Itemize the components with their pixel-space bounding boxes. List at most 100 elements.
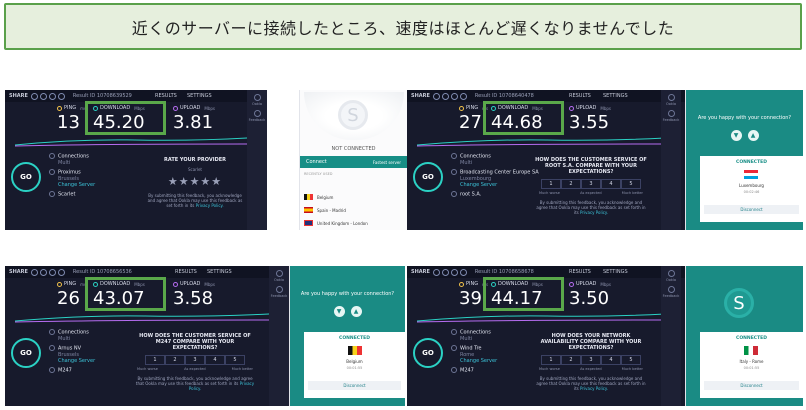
location-item[interactable]: Spain - Madrid [304, 207, 346, 213]
twitter-icon[interactable] [432, 268, 440, 276]
rating-option[interactable]: 4 [601, 179, 621, 189]
mail-icon[interactable] [450, 268, 458, 276]
privacy-link[interactable]: Privacy Policy. [580, 386, 608, 391]
disconnect-button[interactable]: Disconnect [308, 381, 401, 390]
link-icon[interactable] [459, 92, 467, 100]
gear-icon[interactable] [253, 94, 261, 101]
settings-link[interactable]: SETTINGS [603, 269, 628, 275]
belgium-flag-icon [304, 194, 313, 200]
change-server-link[interactable]: Change Server [58, 182, 95, 188]
vpn-status: CONNECTED [736, 160, 767, 165]
go-button[interactable]: GO [413, 162, 443, 192]
results-link[interactable]: RESULTS [155, 93, 177, 99]
link-icon[interactable] [57, 92, 65, 100]
vpn-status: CONNECTED [736, 336, 767, 341]
rating-option[interactable]: 2 [165, 355, 185, 365]
feedback-icon[interactable] [275, 286, 283, 293]
rating-option[interactable]: 1 [541, 179, 561, 189]
ping-icon [57, 281, 62, 287]
facebook-icon[interactable] [441, 268, 449, 276]
upload-value: 3.58 [173, 288, 214, 309]
rating-option[interactable]: 5 [621, 355, 641, 365]
rating-option[interactable]: 2 [561, 179, 581, 189]
results-link[interactable]: RESULTS [569, 93, 591, 99]
gear-icon[interactable] [667, 270, 675, 277]
twitter-icon[interactable] [30, 268, 38, 276]
rating-option[interactable]: 3 [581, 179, 601, 189]
location-item[interactable]: United Kingdom - London [304, 220, 368, 226]
settings-link[interactable]: SETTINGS [187, 93, 212, 99]
settings-link[interactable]: SETTINGS [207, 269, 232, 275]
mail-icon[interactable] [450, 92, 458, 100]
share-label[interactable]: SHARE [9, 269, 28, 275]
connection-info: Connections Multi Wind Tre Rome Change Serv… [451, 329, 497, 377]
results-link[interactable]: RESULTS [569, 269, 591, 275]
connection-time: 00:01:55 [346, 366, 363, 370]
connection-info: Connections Multi Proximus Brussels Change … [49, 153, 95, 201]
facebook-icon[interactable] [39, 268, 47, 276]
privacy-link[interactable]: Privacy Policy. [580, 210, 608, 215]
change-server-link[interactable]: Change Server [460, 182, 497, 188]
mail-icon[interactable] [48, 268, 56, 276]
change-server-link[interactable]: Change Server [58, 358, 95, 364]
disconnect-button[interactable]: Disconnect [704, 381, 799, 390]
upload-value: 3.81 [173, 112, 214, 133]
change-server-link[interactable]: Change Server [460, 358, 497, 364]
results-link[interactable]: RESULTS [175, 269, 197, 275]
upload-metric: UPLOAD Mbps 3.50 [569, 281, 612, 309]
isp-icon [451, 344, 457, 351]
feedback-disclaimer: By submitting this feedback, you acknowl… [135, 376, 255, 391]
link-icon[interactable] [57, 268, 65, 276]
caption-banner: 近くのサーバーに接続したところ、速度はほとんど遅くなりませんでした [4, 3, 802, 50]
gear-icon[interactable] [667, 94, 675, 101]
rating-option[interactable]: 4 [205, 355, 225, 365]
go-button[interactable]: GO [11, 338, 41, 368]
uk-flag-icon [304, 220, 313, 226]
share-label[interactable]: SHARE [9, 93, 28, 99]
privacy-link[interactable]: Privacy Policy. [196, 203, 224, 208]
rating-option[interactable]: 3 [581, 355, 601, 365]
download-value: 44.68 [491, 112, 543, 133]
location-item[interactable]: Belgium [304, 194, 333, 200]
mail-icon[interactable] [48, 92, 56, 100]
go-button[interactable]: GO [413, 338, 443, 368]
go-button[interactable]: GO [11, 162, 41, 192]
twitter-icon[interactable] [432, 92, 440, 100]
facebook-icon[interactable] [39, 92, 47, 100]
link-icon[interactable] [459, 268, 467, 276]
thumbs-up-icon[interactable]: ▲ [747, 130, 759, 141]
rating-option[interactable]: 1 [145, 355, 165, 365]
feedback-icon[interactable] [253, 110, 261, 117]
thumbs-up-icon[interactable]: ▲ [350, 306, 362, 317]
rating-option[interactable]: 3 [185, 355, 205, 365]
speedtest-sidebar: Ookla Feedback [661, 90, 681, 230]
server-icon [451, 191, 457, 198]
rating-option[interactable]: 2 [561, 355, 581, 365]
settings-link[interactable]: SETTINGS [603, 93, 628, 99]
facebook-icon[interactable] [441, 92, 449, 100]
connection-time: 00:02:46 [743, 190, 760, 194]
share-label[interactable]: SHARE [411, 269, 430, 275]
twitter-icon[interactable] [30, 92, 38, 100]
disconnect-button[interactable]: Disconnect [704, 205, 799, 214]
surfshark-logo-icon: S [338, 100, 368, 130]
rating-stars[interactable]: ★★★★★ [145, 175, 245, 188]
feedback-icon[interactable] [667, 286, 675, 293]
thumbs-down-icon[interactable]: ▼ [333, 306, 345, 317]
result-id: Result ID 10708639529 [72, 93, 132, 99]
vpn-window-connected: S CONNECTED Italy - Rome 00:01:55 Discon… [685, 266, 803, 406]
rating-option[interactable]: 5 [225, 355, 245, 365]
share-label[interactable]: SHARE [411, 93, 430, 99]
speedtest-sidebar: Ookla Feedback [269, 266, 289, 406]
result-id: Result ID 10708640478 [474, 93, 534, 99]
ping-value: 13 [57, 112, 80, 133]
connect-button[interactable]: Connect Fastest server [300, 156, 407, 168]
rating-option[interactable]: 5 [621, 179, 641, 189]
feedback-icon[interactable] [667, 110, 675, 117]
gear-icon[interactable] [275, 270, 283, 277]
rating-option[interactable]: 1 [541, 355, 561, 365]
rating-option[interactable]: 4 [601, 355, 621, 365]
connection-info: Connections Multi Broadcasting Center Eur… [451, 153, 539, 201]
thumbs-down-icon[interactable]: ▼ [730, 130, 742, 141]
download-icon [93, 281, 98, 287]
